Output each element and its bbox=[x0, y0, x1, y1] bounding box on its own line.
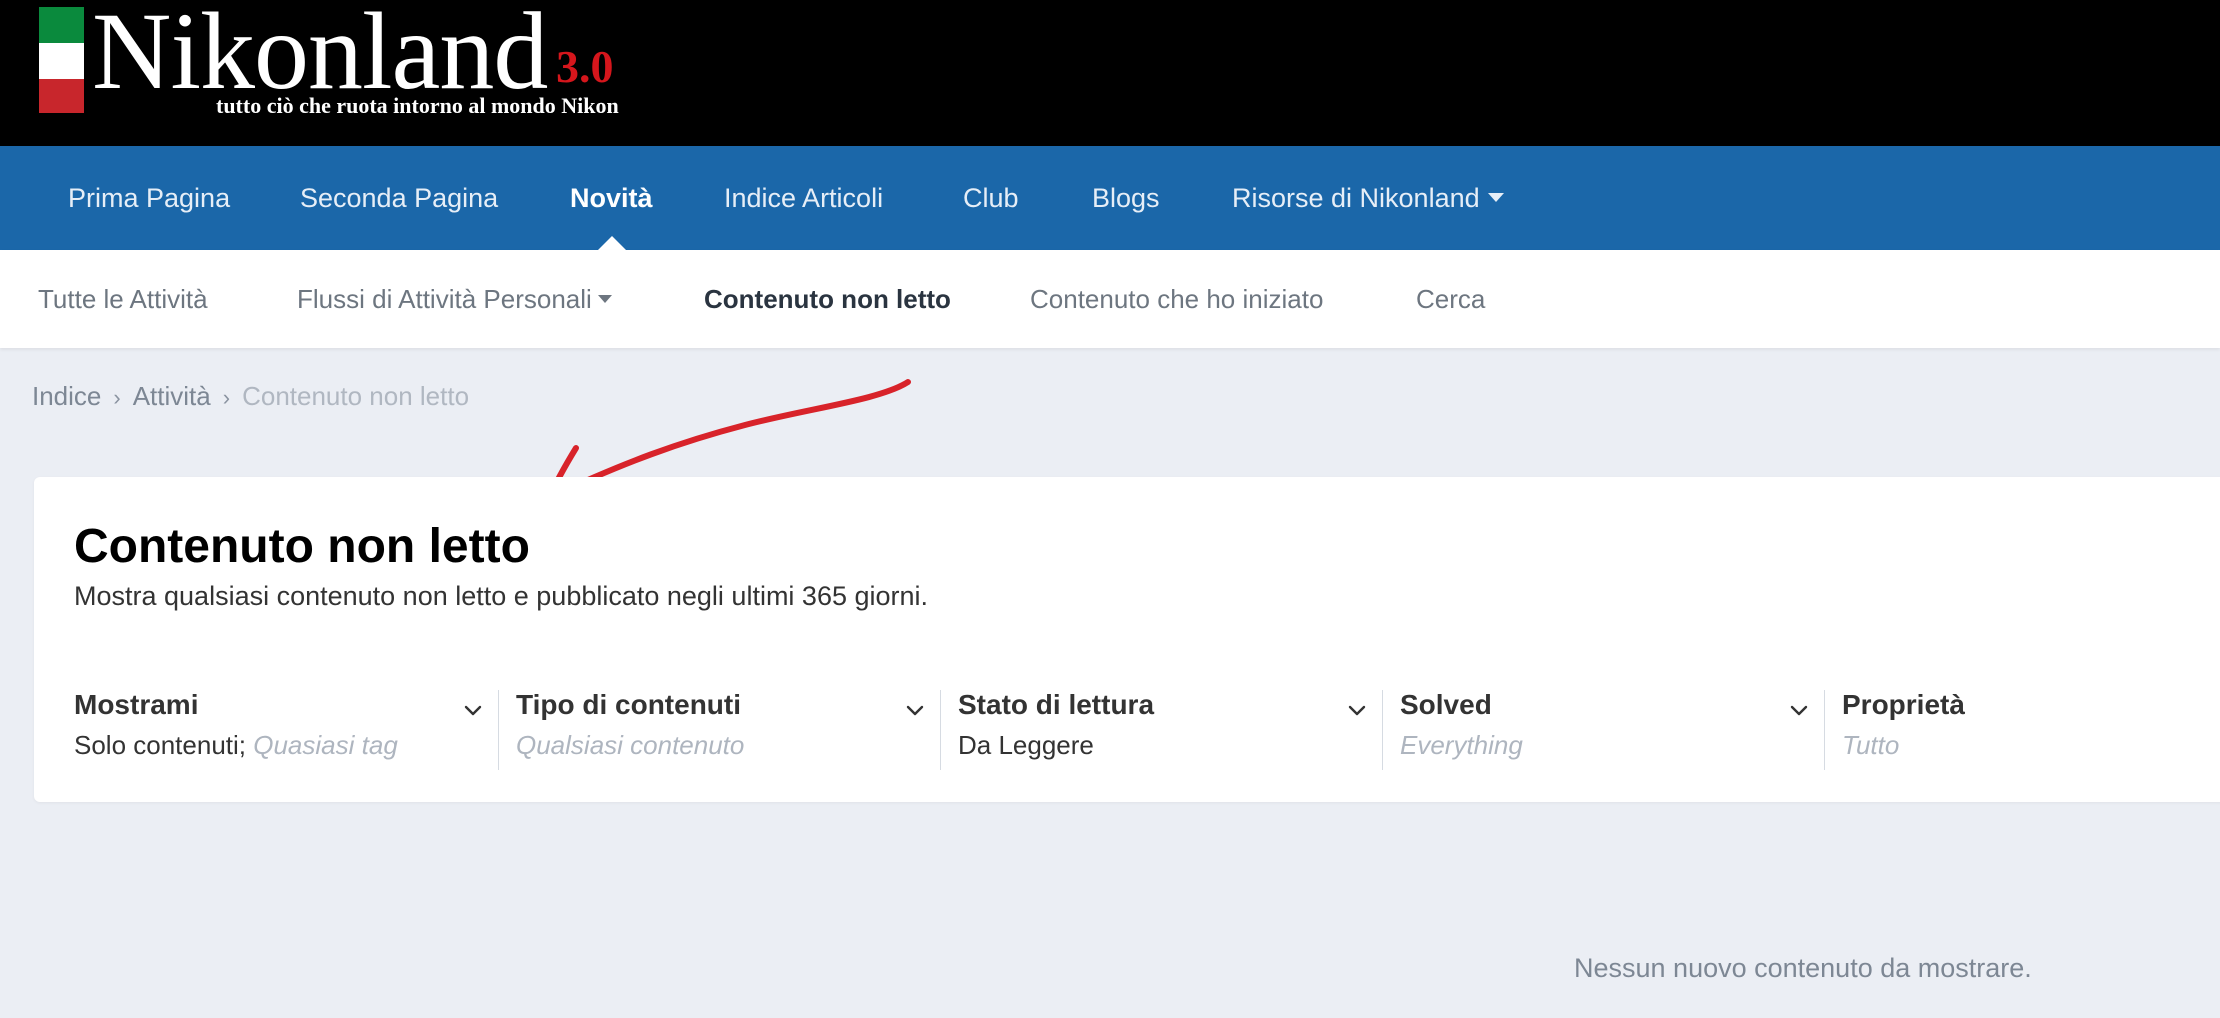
nav-prima-pagina[interactable]: Prima Pagina bbox=[68, 146, 230, 250]
site-tagline: tutto ciò che ruota intorno al mondo Nik… bbox=[216, 93, 619, 118]
filter-proprieta[interactable]: Proprietà Tutto bbox=[1842, 687, 2212, 777]
chevron-down-icon bbox=[464, 705, 482, 716]
unread-content-card: Contenuto non letto Mostra qualsiasi con… bbox=[34, 477, 2220, 802]
filter-mostrami[interactable]: Mostrami Solo contenuti; Quasiasi tag bbox=[74, 687, 484, 777]
filter-solved[interactable]: Solved Everything bbox=[1400, 687, 1810, 777]
breadcrumb-current: Contenuto non letto bbox=[242, 381, 470, 411]
filter-label: Stato di lettura bbox=[958, 689, 1155, 720]
nav-blogs[interactable]: Blogs bbox=[1092, 146, 1160, 250]
active-nav-pointer bbox=[598, 236, 626, 250]
empty-state-message: Nessun nuovo contenuto da mostrare. bbox=[1574, 953, 2032, 983]
page-title: Contenuto non letto bbox=[74, 520, 530, 573]
caret-down-icon bbox=[597, 295, 612, 303]
site-logo-version: 3.0 bbox=[556, 41, 614, 92]
filter-divider bbox=[498, 690, 499, 770]
nav-novita[interactable]: Novità bbox=[570, 146, 653, 250]
filter-divider bbox=[1824, 690, 1825, 770]
filter-label: Mostrami bbox=[74, 689, 199, 720]
breadcrumb: Indice › Attività › Contenuto non letto bbox=[32, 376, 469, 416]
nav-risorse-di-nikonland[interactable]: Risorse di Nikonland bbox=[1232, 146, 1504, 250]
nav-seconda-pagina[interactable]: Seconda Pagina bbox=[300, 146, 498, 250]
filter-value: Everything bbox=[1400, 730, 1523, 760]
subnav-tutte-le-attivita[interactable]: Tutte le Attività bbox=[38, 250, 208, 348]
filter-label: Tipo di contenuti bbox=[516, 689, 742, 720]
chevron-right-icon: › bbox=[222, 385, 231, 410]
filter-stato-di-lettura[interactable]: Stato di lettura Da Leggere bbox=[958, 687, 1368, 777]
site-logo-text[interactable]: Nikonland bbox=[92, 0, 548, 106]
subnav-contenuto-iniziato[interactable]: Contenuto che ho iniziato bbox=[1030, 250, 1323, 348]
filter-value: Solo contenuti; Quasiasi tag bbox=[74, 730, 398, 760]
chevron-down-icon bbox=[1790, 705, 1808, 716]
filter-divider bbox=[1382, 690, 1383, 770]
filter-value: Qualsiasi contenuto bbox=[516, 730, 745, 760]
secondary-nav: Tutte le Attività Flussi di Attività Per… bbox=[0, 250, 2220, 348]
filter-label: Solved bbox=[1400, 689, 1492, 720]
breadcrumb-attivita[interactable]: Attività bbox=[133, 381, 211, 411]
subnav-contenuto-non-letto[interactable]: Contenuto non letto bbox=[704, 250, 951, 348]
page-description: Mostra qualsiasi contenuto non letto e p… bbox=[74, 581, 929, 611]
chevron-right-icon: › bbox=[113, 385, 121, 410]
filter-value: Da Leggere bbox=[958, 730, 1094, 760]
caret-down-icon bbox=[1487, 193, 1504, 202]
subnav-flussi-di-attivita[interactable]: Flussi di Attività Personali bbox=[297, 250, 612, 348]
breadcrumb-indice[interactable]: Indice bbox=[32, 381, 101, 411]
filter-value: Tutto bbox=[1842, 730, 1900, 760]
filter-label: Proprietà bbox=[1842, 689, 1965, 720]
chevron-down-icon bbox=[1348, 705, 1366, 716]
nav-club[interactable]: Club bbox=[963, 146, 1019, 250]
italian-flag-logo bbox=[39, 7, 84, 113]
primary-nav: Prima Pagina Seconda Pagina Novità Indic… bbox=[0, 146, 2220, 250]
chevron-down-icon bbox=[906, 705, 924, 716]
nav-indice-articoli[interactable]: Indice Articoli bbox=[724, 146, 883, 250]
site-header: Nikonland 3.0 tutto ciò che ruota intorn… bbox=[0, 0, 2220, 146]
filter-divider bbox=[940, 690, 941, 770]
filter-tipo-di-contenuti[interactable]: Tipo di contenuti Qualsiasi contenuto bbox=[516, 687, 926, 777]
subnav-cerca[interactable]: Cerca bbox=[1416, 250, 1485, 348]
